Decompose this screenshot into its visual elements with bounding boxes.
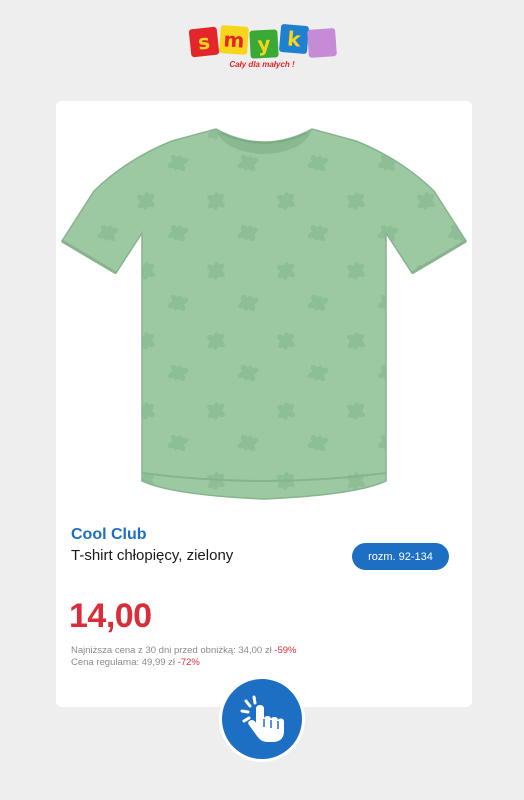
product-brand[interactable]: Cool Club (71, 526, 147, 544)
logo-tile-y: y (249, 29, 279, 59)
logo-letter-tiles: s m y k (188, 22, 337, 62)
product-card[interactable]: Cool Club T-shirt chłopięcy, zielony roz… (56, 101, 472, 707)
size-range-badge[interactable]: rozm. 92-134 (352, 543, 449, 570)
logo-tile-accent (307, 28, 337, 58)
product-price: 14,00 (69, 597, 152, 635)
lowest-price-note: Najniższa cena z 30 dni przed obniżką: 3… (71, 645, 297, 656)
lowest-price-text: Najniższa cena z 30 dni przed obniżką: 3… (71, 645, 272, 656)
product-name[interactable]: T-shirt chłopięcy, zielony (71, 546, 271, 565)
regular-price-discount: -72% (177, 657, 200, 668)
regular-price-text: Cena regularna: 49,99 zł (71, 657, 176, 668)
logo-tile-k: k (278, 23, 310, 55)
logo-tile-m: m (219, 25, 249, 55)
smyk-logo: s m y k Cały dla małych ! (188, 22, 337, 76)
logo-tile-s: s (188, 26, 220, 58)
green-tshirt-image (60, 128, 468, 500)
tap-hand-icon (240, 695, 284, 742)
tap-button[interactable] (219, 676, 305, 762)
regular-price-note: Cena regularna: 49,99 zł -72% (71, 657, 200, 668)
logo-tagline: Cały dla małych ! (229, 60, 295, 69)
lowest-price-discount: -59% (274, 645, 297, 656)
